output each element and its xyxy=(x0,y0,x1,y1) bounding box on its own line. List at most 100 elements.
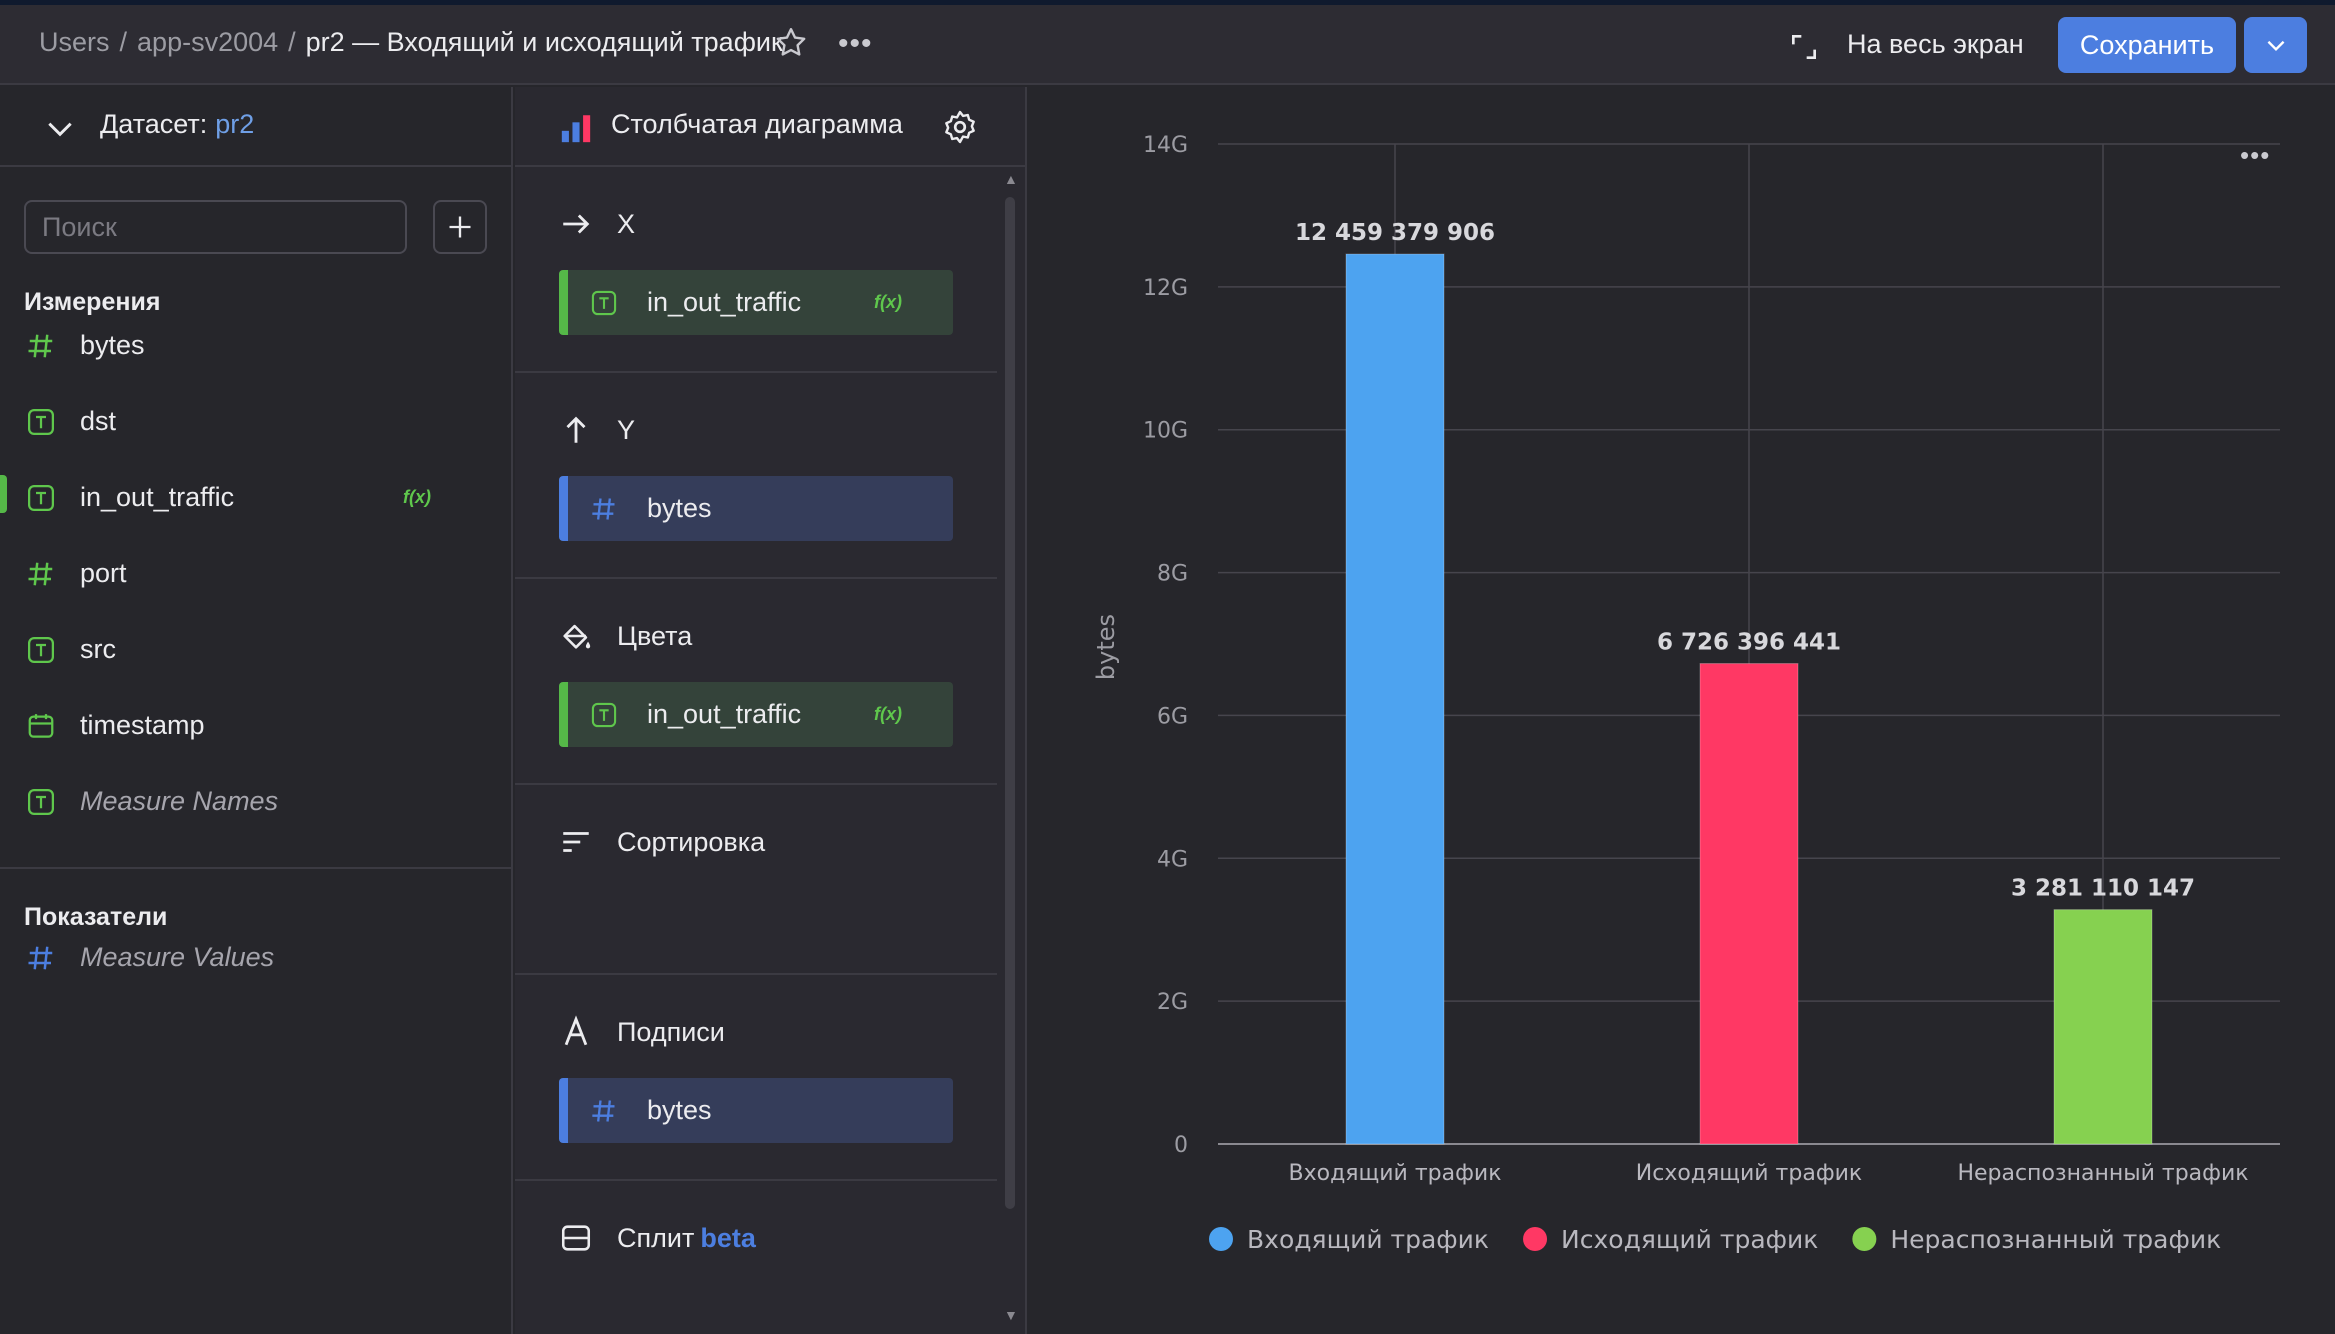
text-type-icon xyxy=(28,637,54,663)
number-icon xyxy=(28,562,53,586)
formula-icon: f(x) xyxy=(874,292,902,312)
colors-field-chip[interactable]: in_out_traffic f(x) xyxy=(559,682,953,747)
legend-marker xyxy=(1852,1227,1877,1251)
chip-label: bytes xyxy=(647,1095,712,1125)
y-tick-label: 12G xyxy=(1143,276,1188,301)
beta-badge: beta xyxy=(700,1223,756,1253)
chip-label: in_out_traffic xyxy=(647,699,802,729)
chevron-down-icon xyxy=(2267,40,2284,52)
scroll-up-icon[interactable]: ▲ xyxy=(1004,171,1018,187)
save-dropdown-button[interactable] xyxy=(2244,17,2307,73)
dataset-header[interactable]: Датасет: pr2 xyxy=(0,87,511,167)
dataset-label: Датасет: pr2 xyxy=(100,109,255,139)
legend-marker xyxy=(1209,1227,1233,1251)
text-type-icon xyxy=(591,702,617,728)
bar xyxy=(1699,663,1799,1145)
y-tick-label: 14G xyxy=(1143,133,1188,158)
sort-icon xyxy=(563,832,589,852)
bar-chart: 0 2G 4G 6G 8G 10G 12G 14G 12 459 379 906 Входящи… xyxy=(1092,133,2280,1254)
gear-icon[interactable] xyxy=(942,109,978,145)
field-src[interactable]: src xyxy=(0,621,511,681)
chip-label: bytes xyxy=(647,493,712,523)
field-dst[interactable]: dst xyxy=(0,393,511,453)
text-type-icon xyxy=(28,409,54,435)
text-type-icon xyxy=(591,290,617,316)
legend-item: Нераспознанный трафик xyxy=(1890,1225,2221,1254)
paint-bucket-icon xyxy=(563,624,591,649)
y-axis-label: bytes xyxy=(1092,614,1120,680)
field-measure-values[interactable]: Measure Values xyxy=(0,929,511,989)
number-icon xyxy=(28,334,53,358)
field-bytes[interactable]: bytes xyxy=(0,317,511,377)
letter-a-icon xyxy=(564,1015,588,1046)
legend-item: Входящий трафик xyxy=(1247,1225,1489,1254)
divider xyxy=(515,783,997,785)
text-type-icon xyxy=(28,485,54,511)
chevron-down-icon[interactable] xyxy=(44,113,76,145)
labels-field-chip[interactable]: bytes xyxy=(559,1078,953,1143)
section-title: Y xyxy=(617,415,636,445)
divider xyxy=(515,1179,997,1181)
field-label: bytes xyxy=(80,330,145,360)
section-title: Сплит beta xyxy=(617,1223,756,1253)
arrow-right-icon xyxy=(563,214,590,234)
breadcrumb: Users / app-sv2004 / pr2 — Входящий и исходя… xyxy=(39,27,783,58)
search-input[interactable]: Поиск xyxy=(24,200,407,254)
divider xyxy=(515,577,997,579)
star-icon[interactable] xyxy=(773,25,809,61)
fullscreen-button[interactable]: На весь экран xyxy=(1847,29,2024,60)
field-port[interactable]: port xyxy=(0,545,511,605)
breadcrumb-separator: / xyxy=(288,27,296,57)
bar xyxy=(1345,253,1445,1145)
dimensions-title: Измерения xyxy=(24,288,161,316)
x-field-chip[interactable]: in_out_traffic f(x) xyxy=(559,270,953,335)
field-measure-names[interactable]: Measure Names xyxy=(0,773,511,833)
legend-marker xyxy=(1523,1227,1548,1251)
field-label: Measure Values xyxy=(80,942,275,972)
dataset-panel: Датасет: pr2 Поиск Измерения bytes dst in… xyxy=(0,87,513,1334)
active-indicator xyxy=(0,475,7,513)
y-tick-label: 2G xyxy=(1157,990,1188,1015)
y-tick-label: 4G xyxy=(1157,847,1188,872)
formula-icon: f(x) xyxy=(874,704,902,724)
dataset-name[interactable]: pr2 xyxy=(215,109,254,139)
divider xyxy=(0,867,511,869)
add-field-button[interactable] xyxy=(433,200,487,254)
data-label: 12 459 379 906 xyxy=(1295,220,1495,246)
section-title: Цвета xyxy=(617,621,693,651)
breadcrumb-users[interactable]: Users xyxy=(39,27,110,57)
x-tick-label: Входящий трафик xyxy=(1289,1161,1502,1186)
header: Users / app-sv2004 / pr2 — Входящий и исходя… xyxy=(0,5,2335,85)
legend-item: Исходящий трафик xyxy=(1561,1225,1818,1254)
number-icon xyxy=(28,946,53,970)
y-tick-label: 8G xyxy=(1157,562,1188,587)
chip-label: in_out_traffic xyxy=(647,287,802,317)
plus-icon xyxy=(449,216,471,238)
section-title: Подписи xyxy=(617,1017,725,1047)
field-label: timestamp xyxy=(80,710,205,740)
field-in-out-traffic[interactable]: in_out_traffic f(x) xyxy=(0,469,511,529)
divider xyxy=(515,371,997,373)
more-options-icon[interactable]: ••• xyxy=(838,27,873,61)
x-tick-label: Исходящий трафик xyxy=(1636,1161,1862,1186)
fullscreen-icon[interactable] xyxy=(1788,31,1820,63)
section-title: X xyxy=(617,209,636,239)
scroll-down-icon[interactable]: ▼ xyxy=(1004,1307,1018,1323)
visualization-type-selector[interactable]: Столбчатая диаграмма xyxy=(515,87,1025,167)
save-button[interactable]: Сохранить xyxy=(2058,17,2236,73)
field-timestamp[interactable]: timestamp xyxy=(0,697,511,757)
bar xyxy=(2053,909,2153,1145)
field-label: dst xyxy=(80,406,117,436)
data-label: 6 726 396 441 xyxy=(1657,630,1841,656)
breadcrumb-folder[interactable]: app-sv2004 xyxy=(137,27,278,57)
x-tick-label: Нераспознанный трафик xyxy=(1957,1161,2248,1186)
field-label: in_out_traffic xyxy=(80,482,235,512)
scrollbar[interactable] xyxy=(1005,197,1015,1209)
y-tick-label: 10G xyxy=(1143,419,1188,444)
y-field-chip[interactable]: bytes xyxy=(559,476,953,541)
data-label: 3 281 110 147 xyxy=(2011,876,2195,902)
text-type-icon xyxy=(28,789,54,815)
y-tick-label: 0 xyxy=(1174,1133,1188,1158)
visualization-panel: Столбчатая диаграмма ▲ ▼ X in_out_traffi… xyxy=(515,87,1027,1334)
field-label: src xyxy=(80,634,116,664)
